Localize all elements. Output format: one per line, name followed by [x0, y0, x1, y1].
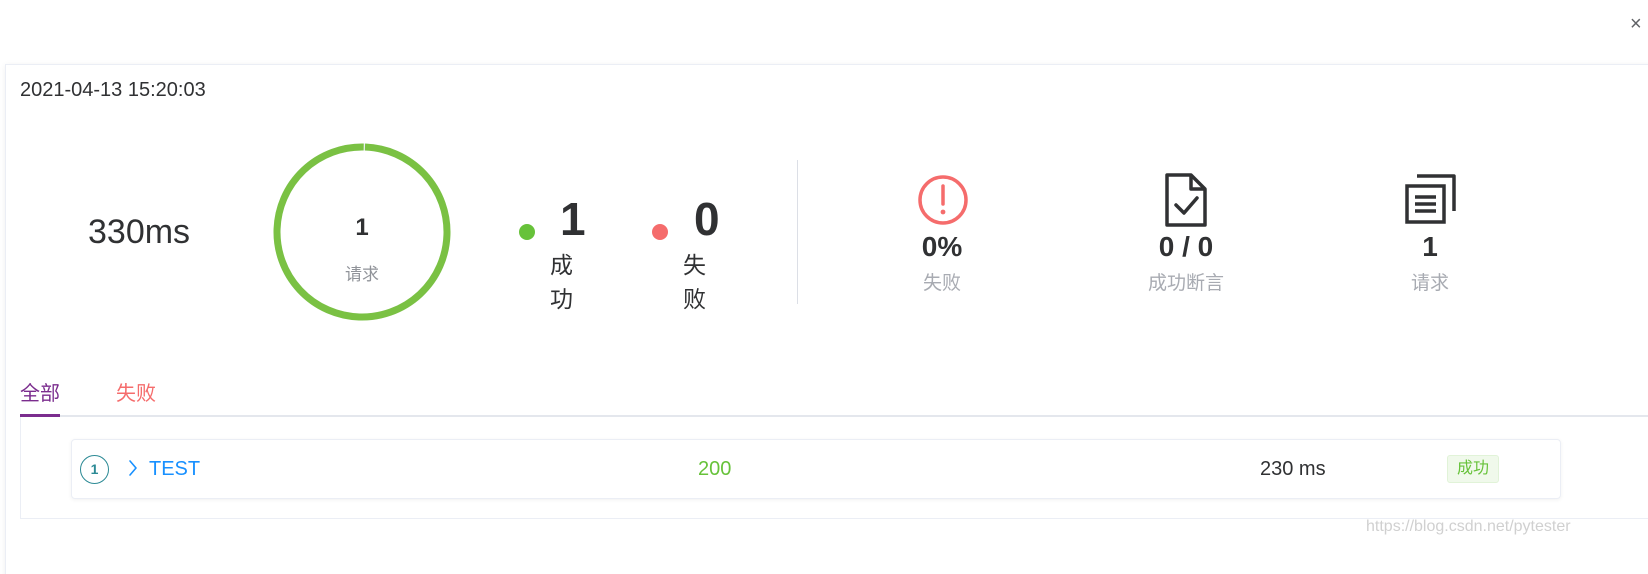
fail-count: 0	[694, 193, 720, 245]
fail-rate-value: 0%	[921, 231, 963, 262]
row-index-badge: 1	[80, 455, 109, 484]
success-dot	[519, 224, 535, 240]
report-card: 2021-04-13 15:20:03 330ms 1 请求 1 成功 0 失败…	[5, 64, 1648, 574]
request-donut-chart: 1 请求	[272, 142, 452, 322]
status-badge: 成功	[1447, 455, 1499, 483]
response-time: 230 ms	[1260, 458, 1326, 480]
copy-documents-icon	[1403, 173, 1457, 230]
document-check-icon	[1161, 172, 1211, 233]
table-row[interactable]: 1 TEST 200 230 ms 成功	[71, 439, 1561, 499]
fail-dot	[652, 224, 668, 240]
stats-divider	[797, 160, 798, 304]
request-name-link[interactable]: TEST	[149, 458, 200, 481]
success-count: 1	[560, 193, 586, 245]
alert-circle-icon	[916, 173, 970, 232]
status-code: 200	[698, 458, 732, 480]
chevron-right-icon[interactable]	[127, 458, 139, 478]
result-list: 1 TEST 200 230 ms 成功	[20, 417, 1648, 519]
donut-request-label: 请求	[345, 265, 379, 284]
assertion-value: 0 / 0	[1158, 231, 1214, 262]
report-start-time: 2021-04-13 15:20:03	[20, 79, 206, 101]
fail-rate-label: 失败	[922, 273, 961, 294]
success-label: 成功	[550, 252, 573, 312]
tab-all[interactable]: 全部	[20, 377, 60, 406]
assertion-label: 成功断言	[1147, 273, 1224, 294]
donut-request-count: 1	[355, 214, 369, 241]
tab-failed[interactable]: 失败	[116, 377, 156, 406]
fail-label: 失败	[683, 252, 706, 312]
request-count-label: 请求	[1410, 273, 1449, 294]
result-tabs: 全部 失败	[20, 365, 1648, 417]
watermark: https://blog.csdn.net/pytester	[1366, 518, 1571, 535]
close-icon[interactable]: ×	[1630, 12, 1648, 36]
request-count-value: 1	[1422, 231, 1438, 262]
total-duration: 330ms	[88, 213, 191, 251]
